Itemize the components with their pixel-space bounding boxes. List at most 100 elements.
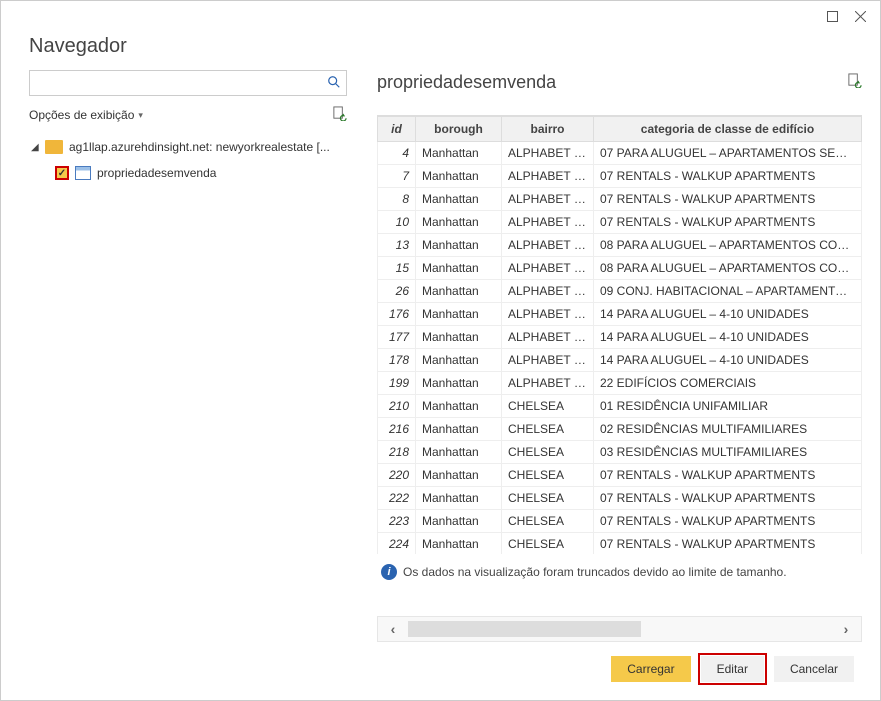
cell-id: 13: [378, 234, 416, 257]
cell-bairro: CHELSEA: [502, 533, 594, 555]
table-row[interactable]: 210ManhattanCHELSEA01 RESIDÊNCIA UNIFAMI…: [378, 395, 862, 418]
cell-categoria: 08 PARA ALUGUEL – APARTAMENTOS COM ELEVA…: [594, 234, 862, 257]
cell-id: 8: [378, 188, 416, 211]
display-options-label: Opções de exibição: [29, 108, 134, 122]
col-header-id[interactable]: id: [378, 117, 416, 142]
scroll-thumb[interactable]: [408, 621, 641, 637]
cell-bairro: CHELSEA: [502, 395, 594, 418]
cell-borough: Manhattan: [416, 326, 502, 349]
cell-borough: Manhattan: [416, 211, 502, 234]
close-button[interactable]: [846, 5, 874, 27]
cell-categoria: 08 PARA ALUGUEL – APARTAMENTOS COM ELEVA…: [594, 257, 862, 280]
cell-categoria: 07 RENTALS - WALKUP APARTMENTS: [594, 487, 862, 510]
scroll-left-arrow[interactable]: ‹: [378, 621, 408, 637]
table-row[interactable]: 26ManhattanALPHABET CITY09 CONJ. HABITAC…: [378, 280, 862, 303]
cell-id: 7: [378, 165, 416, 188]
table-row[interactable]: 218ManhattanCHELSEA03 RESIDÊNCIAS MULTIF…: [378, 441, 862, 464]
cell-id: 26: [378, 280, 416, 303]
cell-bairro: CHELSEA: [502, 487, 594, 510]
cell-categoria: 14 PARA ALUGUEL – 4-10 UNIDADES: [594, 349, 862, 372]
cell-borough: Manhattan: [416, 349, 502, 372]
content-area: Opções de exibição ▾ ◢ ag1llap.azurehdin…: [1, 70, 880, 642]
cell-borough: Manhattan: [416, 234, 502, 257]
tree-root-node[interactable]: ◢ ag1llap.azurehdinsight.net: newyorkrea…: [29, 134, 347, 160]
refresh-icon[interactable]: [332, 106, 347, 124]
cell-categoria: 07 RENTALS - WALKUP APARTMENTS: [594, 165, 862, 188]
cell-categoria: 07 RENTALS - WALKUP APARTMENTS: [594, 510, 862, 533]
info-icon: i: [381, 564, 397, 580]
col-header-bairro[interactable]: bairro: [502, 117, 594, 142]
table-row[interactable]: 223ManhattanCHELSEA07 RENTALS - WALKUP A…: [378, 510, 862, 533]
cell-categoria: 07 PARA ALUGUEL – APARTAMENTOS SEM ELEVA…: [594, 142, 862, 165]
cell-id: 218: [378, 441, 416, 464]
cell-borough: Manhattan: [416, 395, 502, 418]
tree-view: ◢ ag1llap.azurehdinsight.net: newyorkrea…: [29, 134, 347, 186]
cell-bairro: ALPHABET CITY: [502, 211, 594, 234]
cell-borough: Manhattan: [416, 372, 502, 395]
table-row[interactable]: 10ManhattanALPHABET CITY07 RENTALS - WAL…: [378, 211, 862, 234]
table-row[interactable]: 216ManhattanCHELSEA02 RESIDÊNCIAS MULTIF…: [378, 418, 862, 441]
cell-categoria: 09 CONJ. HABITACIONAL – APARTAMENTOS SEM…: [594, 280, 862, 303]
cell-id: 222: [378, 487, 416, 510]
cell-id: 15: [378, 257, 416, 280]
cell-borough: Manhattan: [416, 533, 502, 555]
table-row[interactable]: 220ManhattanCHELSEA07 RENTALS - WALKUP A…: [378, 464, 862, 487]
cell-bairro: CHELSEA: [502, 510, 594, 533]
preview-header: propriedadesemvenda: [377, 70, 862, 93]
table-row[interactable]: 199ManhattanALPHABET CITY22 EDIFÍCIOS CO…: [378, 372, 862, 395]
footer: Carregar Editar Cancelar: [1, 642, 880, 700]
cell-bairro: ALPHABET CITY: [502, 188, 594, 211]
cell-bairro: CHELSEA: [502, 418, 594, 441]
table-row[interactable]: 177ManhattanALPHABET CITY14 PARA ALUGUEL…: [378, 326, 862, 349]
tree-collapse-icon[interactable]: ◢: [31, 142, 45, 153]
cell-categoria: 01 RESIDÊNCIA UNIFAMILIAR: [594, 395, 862, 418]
scroll-right-arrow[interactable]: ›: [831, 621, 861, 637]
checkbox-checked[interactable]: ✓: [55, 166, 69, 180]
col-header-categoria[interactable]: categoria de classe de edifício: [594, 117, 862, 142]
table-row[interactable]: 178ManhattanALPHABET CITY14 PARA ALUGUEL…: [378, 349, 862, 372]
dialog-header: Navegador: [1, 31, 880, 70]
search-input[interactable]: [29, 70, 347, 96]
dialog-title: Navegador: [29, 35, 852, 58]
cell-bairro: ALPHABET CITY: [502, 142, 594, 165]
cell-borough: Manhattan: [416, 510, 502, 533]
cell-categoria: 07 RENTALS - WALKUP APARTMENTS: [594, 464, 862, 487]
cell-borough: Manhattan: [416, 165, 502, 188]
cell-bairro: ALPHABET CITY: [502, 234, 594, 257]
cell-categoria: 07 RENTALS - WALKUP APARTMENTS: [594, 188, 862, 211]
cell-categoria: 02 RESIDÊNCIAS MULTIFAMILIARES: [594, 418, 862, 441]
edit-button[interactable]: Editar: [701, 656, 764, 682]
cell-bairro: ALPHABET CITY: [502, 372, 594, 395]
chevron-down-icon: ▾: [138, 110, 143, 121]
close-icon: [855, 11, 866, 22]
cell-borough: Manhattan: [416, 303, 502, 326]
cell-bairro: ALPHABET CITY: [502, 165, 594, 188]
tree-root-label: ag1llap.azurehdinsight.net: newyorkreale…: [69, 140, 330, 154]
table-row[interactable]: 222ManhattanCHELSEA07 RENTALS - WALKUP A…: [378, 487, 862, 510]
cell-id: 216: [378, 418, 416, 441]
search-icon[interactable]: [327, 75, 341, 92]
maximize-icon: [827, 11, 838, 22]
maximize-button[interactable]: [818, 5, 846, 27]
horizontal-scrollbar[interactable]: ‹ ›: [377, 616, 862, 642]
folder-icon: [45, 140, 63, 154]
col-header-borough[interactable]: borough: [416, 117, 502, 142]
table-row[interactable]: 7ManhattanALPHABET CITY07 RENTALS - WALK…: [378, 165, 862, 188]
table-row[interactable]: 15ManhattanALPHABET CITY08 PARA ALUGUEL …: [378, 257, 862, 280]
data-table: id borough bairro categoria de classe de…: [377, 116, 862, 554]
table-row[interactable]: 8ManhattanALPHABET CITY07 RENTALS - WALK…: [378, 188, 862, 211]
cancel-button[interactable]: Cancelar: [774, 656, 854, 682]
preview-refresh-icon[interactable]: [847, 73, 862, 92]
table-row[interactable]: 4ManhattanALPHABET CITY07 PARA ALUGUEL –…: [378, 142, 862, 165]
table-row[interactable]: 224ManhattanCHELSEA07 RENTALS - WALKUP A…: [378, 533, 862, 555]
display-options-dropdown[interactable]: Opções de exibição ▾: [29, 108, 143, 122]
load-button[interactable]: Carregar: [611, 656, 690, 682]
tree-child-node[interactable]: ✓ propriedadesemvenda: [29, 160, 347, 186]
table-row[interactable]: 13ManhattanALPHABET CITY08 PARA ALUGUEL …: [378, 234, 862, 257]
scroll-track[interactable]: [408, 617, 831, 641]
table-row[interactable]: 176ManhattanALPHABET CITY14 PARA ALUGUEL…: [378, 303, 862, 326]
cell-borough: Manhattan: [416, 441, 502, 464]
cell-id: 199: [378, 372, 416, 395]
cell-bairro: ALPHABET CITY: [502, 257, 594, 280]
cell-bairro: ALPHABET CITY: [502, 349, 594, 372]
